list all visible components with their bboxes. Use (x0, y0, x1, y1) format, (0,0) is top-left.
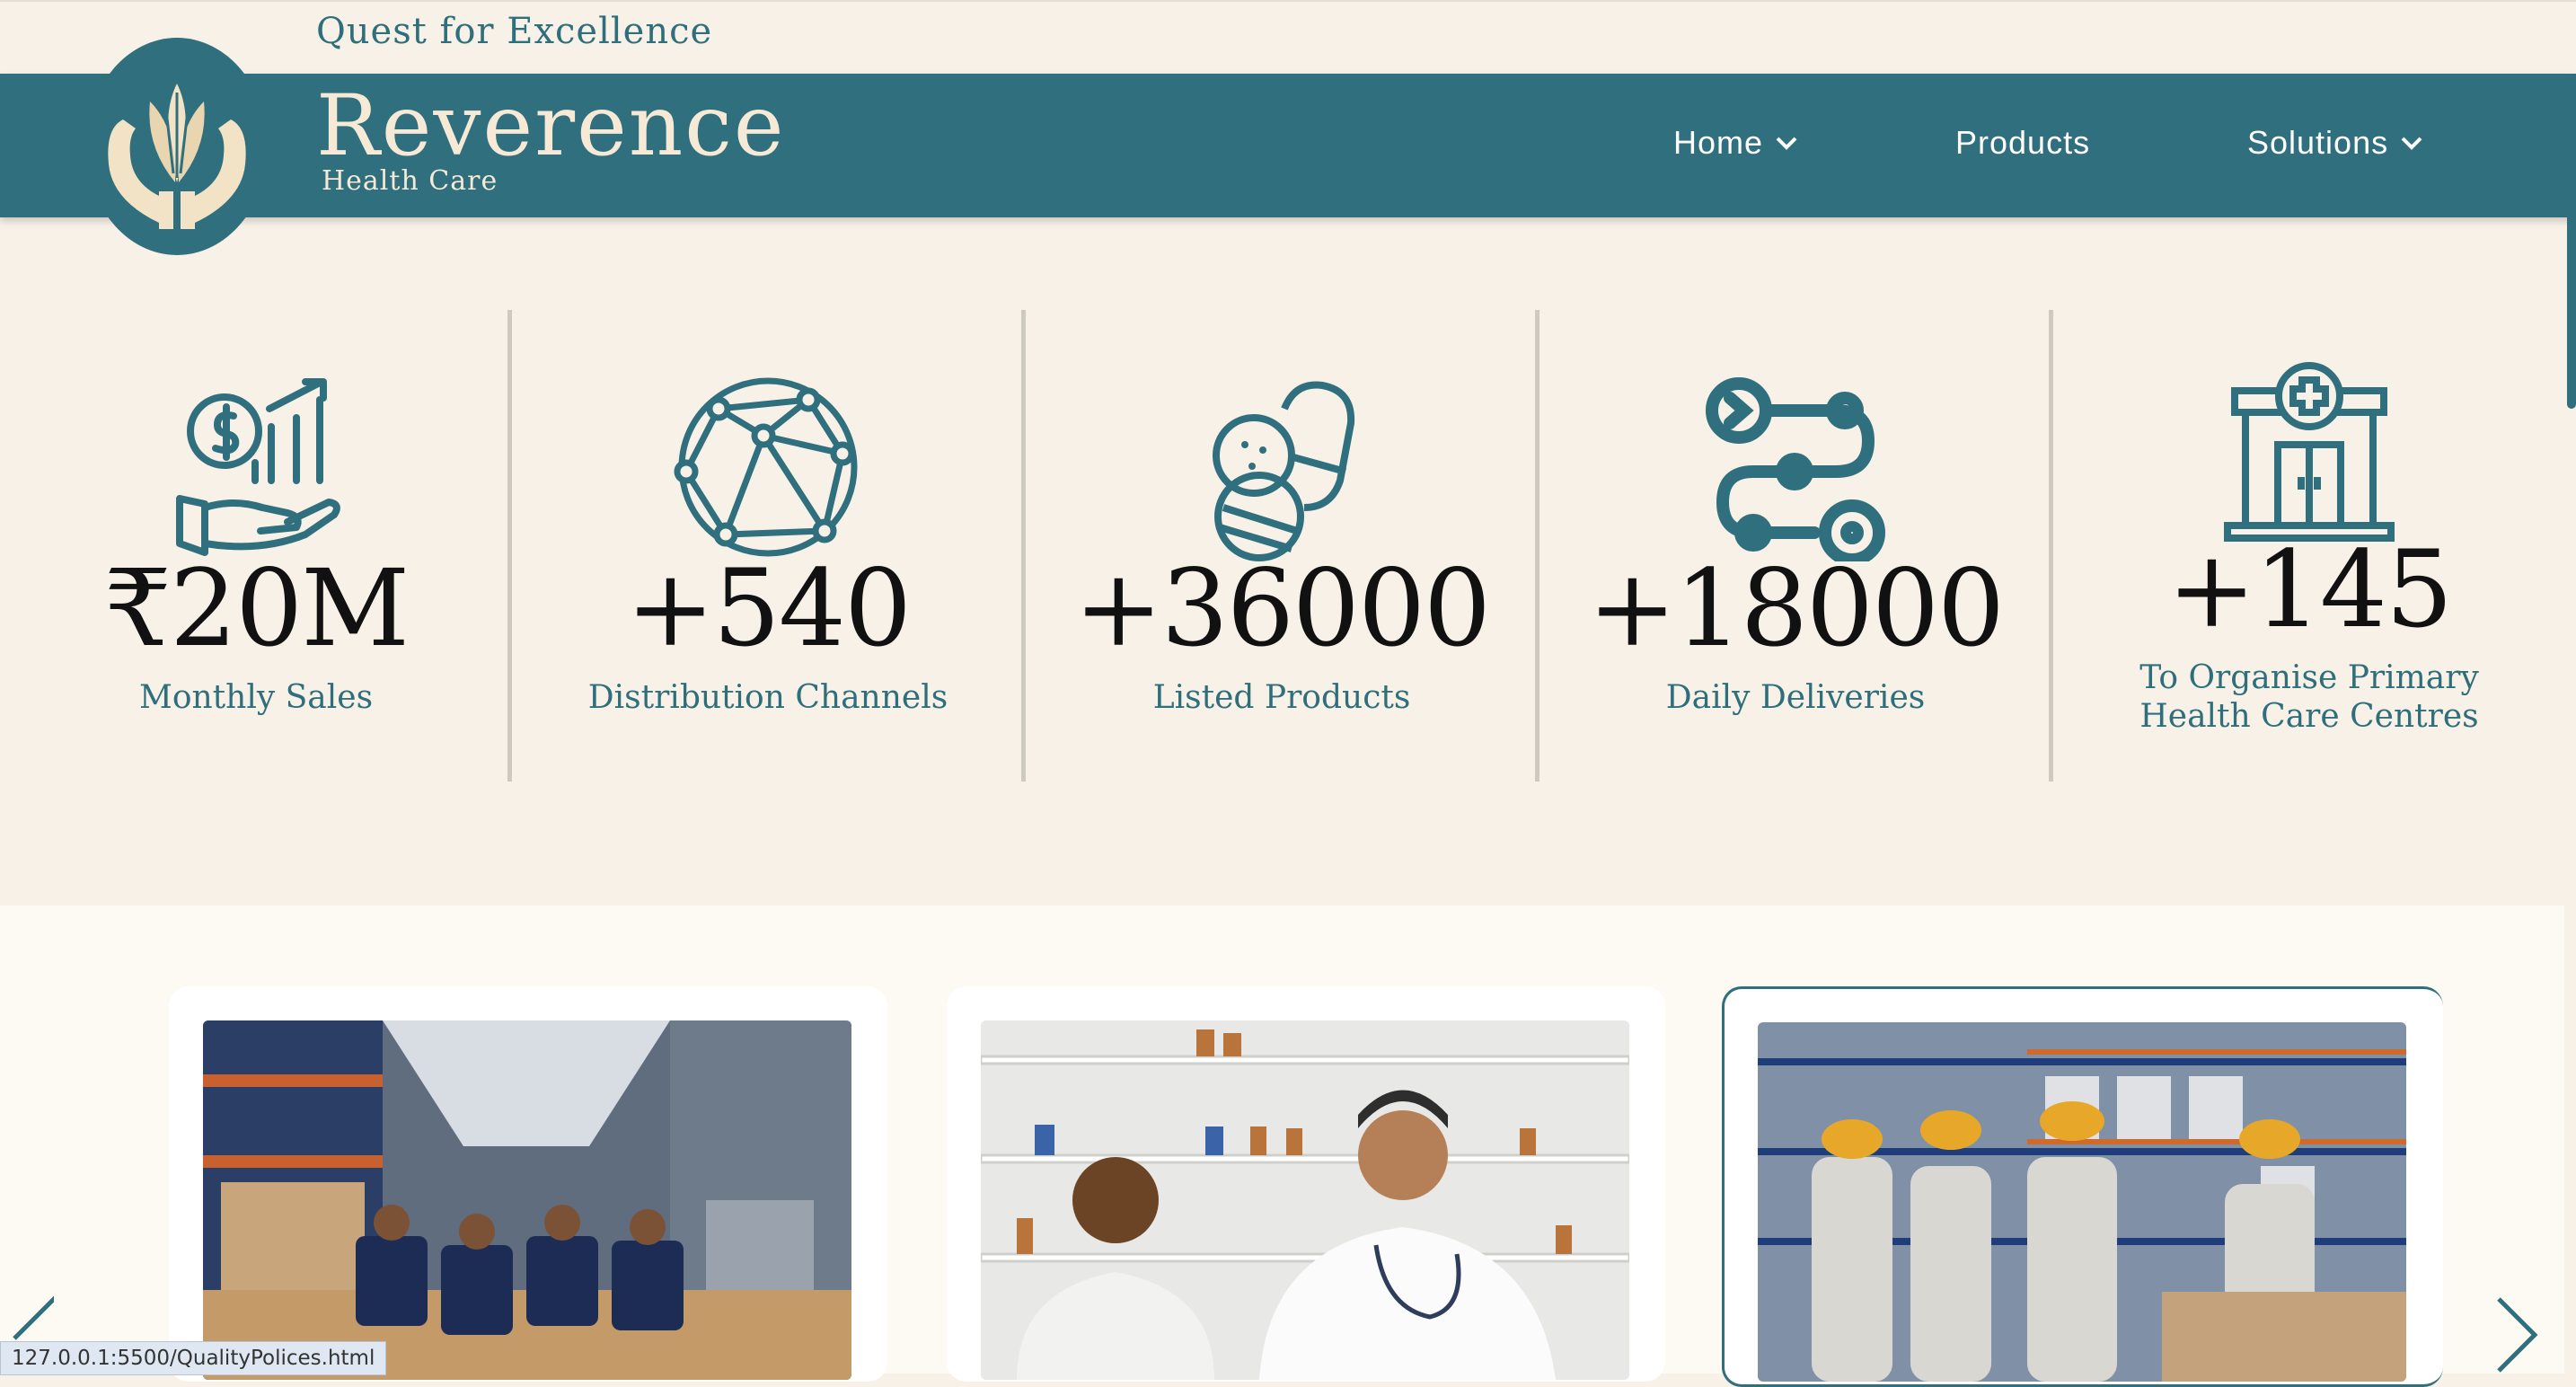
nav-home[interactable]: Home (1673, 124, 1799, 162)
top-border (0, 0, 2576, 2)
stat-label: Daily Deliveries (1665, 679, 1926, 716)
brand-name[interactable]: Reverence (316, 84, 786, 169)
nav-solutions[interactable]: Solutions (2247, 124, 2424, 162)
money-growth-hand-icon (176, 378, 340, 556)
nav-products-label: Products (1955, 124, 2091, 161)
stat-label: Monthly Sales (138, 679, 374, 716)
stats-section: ₹20M Monthly Sales +540 Distribution Cha… (0, 310, 2576, 782)
stat-label: To Organise Primary Health Care Centres (2139, 659, 2479, 736)
stat-value: +145 (2166, 527, 2453, 651)
stat-monthly-sales: ₹20M Monthly Sales (0, 310, 512, 782)
carousel-card-active[interactable] (1722, 986, 2443, 1387)
health-centre-building-icon (2224, 362, 2395, 542)
logo[interactable] (86, 38, 268, 255)
nav-solutions-label: Solutions (2247, 124, 2389, 161)
tagline: Quest for Excellence (316, 11, 713, 52)
stat-value: ₹20M (103, 546, 410, 670)
lotus-hands-icon (108, 84, 246, 229)
status-bar-url: 127.0.0.1:5500/QualityPolices.html (0, 1341, 387, 1375)
delivery-route-icon (1706, 377, 1885, 561)
stat-label: Distribution Channels (587, 679, 948, 716)
pharmacist-consultation-photo (981, 1020, 1629, 1380)
warehouse-workers-hardhats-photo (1758, 1022, 2406, 1382)
carousel-card[interactable] (169, 986, 887, 1382)
nav-products[interactable]: Products (1955, 124, 2090, 162)
carousel-card[interactable] (947, 986, 1665, 1382)
stat-distribution-channels: +540 Distribution Channels (512, 310, 1024, 782)
pills-capsule-icon (1213, 381, 1355, 561)
warehouse-team-photo (203, 1020, 851, 1380)
stat-value: +540 (625, 546, 912, 670)
stat-value: +18000 (1587, 546, 2005, 670)
chevron-down-icon (1776, 137, 1797, 150)
stat-listed-products: +36000 Listed Products (1026, 310, 1538, 782)
stat-daily-deliveries: +18000 Daily Deliveries (1539, 310, 2051, 782)
chevron-down-icon (2401, 137, 2422, 150)
brand-subtitle: Health Care (322, 165, 498, 197)
stat-label: Listed Products (1152, 679, 1411, 716)
chevron-right-icon[interactable] (2495, 1285, 2549, 1374)
stat-health-centres: +145 To Organise Primary Health Care Cen… (2053, 310, 2565, 782)
nav-home-label: Home (1673, 124, 1764, 161)
stat-value: +36000 (1073, 546, 1491, 670)
network-globe-icon (674, 377, 858, 557)
